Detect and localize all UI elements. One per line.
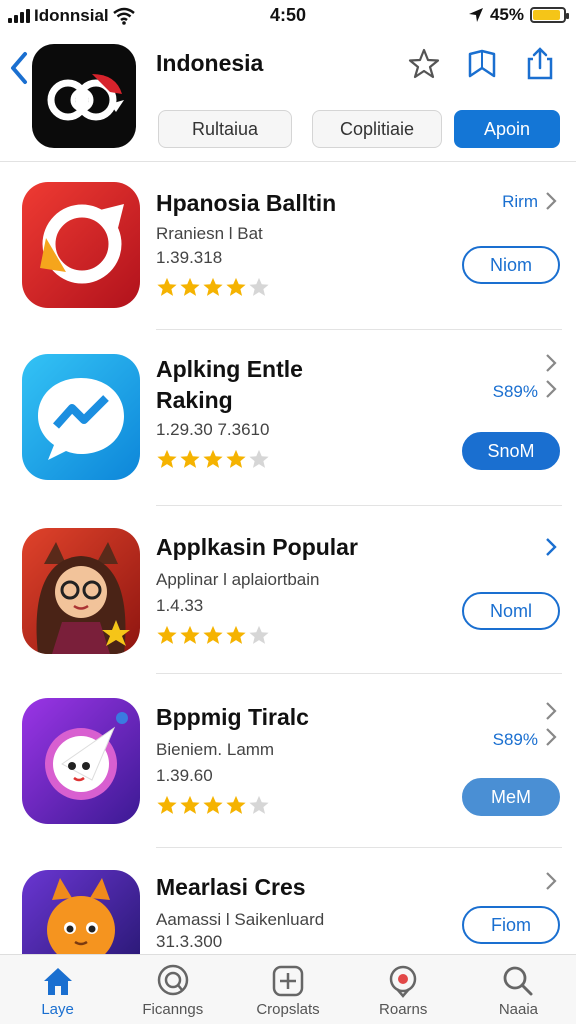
app-subtitle: Bieniem. Lamm <box>156 740 275 759</box>
app-subtitle: Applinar l aplaiortbain <box>156 570 320 589</box>
rating-stars <box>156 276 270 298</box>
star-icon[interactable] <box>406 46 442 82</box>
segment-rultaiua[interactable]: Rultaiua <box>158 110 292 148</box>
star-filled-icon <box>157 795 177 814</box>
tab-label: Naaia <box>498 1001 539 1018</box>
list-item[interactable]: Bppmig Tiralc Bieniem. Lamm 1.39.60 S89%… <box>0 674 576 848</box>
home-icon <box>43 968 72 995</box>
get-button[interactable]: Fiom <box>462 906 560 944</box>
tab-roarns[interactable]: Roarns <box>346 955 461 1024</box>
star-filled-icon <box>226 449 246 468</box>
app-name: Bppmig Tiralc <box>156 704 309 730</box>
girl-character-icon <box>22 528 140 654</box>
battery-icon <box>530 7 569 23</box>
chat-trend-icon <box>22 354 140 480</box>
logo-icon <box>47 74 124 121</box>
app-name-line-2: Raking <box>156 387 233 413</box>
app-name: Applkasin Popular <box>156 534 358 560</box>
share-icon[interactable] <box>522 46 558 82</box>
star-filled-icon <box>203 277 223 296</box>
app-number: 1.39.318 <box>156 248 223 267</box>
star-empty-icon <box>249 795 269 814</box>
segment-apoin[interactable]: Apoin <box>454 110 560 148</box>
location-pin-icon <box>389 965 417 998</box>
star-empty-icon <box>249 277 269 296</box>
bookmark-icon[interactable] <box>464 46 500 82</box>
list-item[interactable]: Aplking Entle Raking 1.29.30 7.3610 S89%… <box>0 330 576 506</box>
refresh-arrow-icon <box>22 182 140 308</box>
add-box-icon <box>272 965 304 997</box>
list-item[interactable]: Applkasin Popular Applinar l aplaiortbai… <box>0 506 576 674</box>
tab-label: Roarns <box>379 1001 428 1018</box>
featured-app-icon[interactable] <box>32 44 136 148</box>
tab-label: Ficanngs <box>142 1001 204 1018</box>
ghost-character-icon <box>22 698 140 824</box>
app-number: 1.29.30 7.3610 <box>156 420 270 439</box>
status-bar: Idonnsial 4:50 45% <box>0 0 576 32</box>
chevron-right-icon[interactable] <box>544 700 558 722</box>
star-filled-icon <box>203 625 223 644</box>
chevron-right-icon[interactable] <box>544 726 558 748</box>
app-name: Mearlasi Cres <box>156 874 306 900</box>
star-filled-icon <box>180 277 200 296</box>
tab-label: Laye <box>41 1001 74 1018</box>
chevron-right-icon[interactable] <box>544 870 558 892</box>
app-name: Hpanosia Balltin <box>156 190 337 216</box>
app-header: Indonesia Rultaiua Coplitiaie Apoin <box>0 32 576 162</box>
list-item[interactable]: Hpanosia Balltin Rraniesn l Bat 1.39.318… <box>0 162 576 330</box>
fox-character-icon <box>22 870 140 954</box>
list-item[interactable]: Mearlasi Cres Aamassi l Saikenluard 31.3… <box>0 848 576 954</box>
star-filled-icon <box>180 625 200 644</box>
star-filled-icon <box>157 625 177 644</box>
tab-cropslats[interactable]: Cropslats <box>230 955 345 1024</box>
get-button[interactable]: SnoM <box>462 432 560 470</box>
app-number: 1.39.60 <box>156 766 213 785</box>
chevron-right-icon[interactable] <box>544 378 558 400</box>
app-subtitle: Rraniesn l Bat <box>156 224 263 243</box>
tab-laye[interactable]: Laye <box>0 955 115 1024</box>
magnify-circle-icon <box>157 964 189 996</box>
star-filled-icon <box>157 449 177 468</box>
page-title: Indonesia <box>156 50 264 76</box>
star-filled-icon <box>203 795 223 814</box>
battery-percent: 45% <box>489 5 524 24</box>
tab-ficanngs[interactable]: Ficanngs <box>115 955 230 1024</box>
star-filled-icon <box>203 449 223 468</box>
segment-coplitiaie[interactable]: Coplitiaie <box>312 110 442 148</box>
star-filled-icon <box>180 795 200 814</box>
app-number: 31.3.300 <box>156 932 223 951</box>
star-filled-icon <box>226 277 246 296</box>
search-icon <box>504 966 533 996</box>
chevron-right-icon[interactable] <box>544 536 558 558</box>
app-meta: S89% <box>492 730 538 749</box>
rating-stars <box>156 624 270 646</box>
rating-stars <box>156 794 270 816</box>
star-filled-icon <box>180 449 200 468</box>
star-filled-icon <box>157 277 177 296</box>
tab-label: Cropslats <box>256 1001 320 1018</box>
star-empty-icon <box>249 449 269 468</box>
star-filled-icon <box>226 625 246 644</box>
star-empty-icon <box>249 625 269 644</box>
get-button[interactable]: Noml <box>462 592 560 630</box>
tab-bar: Laye Ficanngs Cropslats Roarns Naaia <box>0 954 576 1024</box>
get-button[interactable]: Niom <box>462 246 560 284</box>
app-number: 1.4.33 <box>156 596 204 615</box>
star-filled-icon <box>226 795 246 814</box>
app-subtitle: Aamassi l Saikenluard <box>156 910 325 929</box>
location-arrow-icon <box>468 8 483 22</box>
app-meta: Rirm <box>502 192 538 211</box>
chevron-right-icon[interactable] <box>544 352 558 374</box>
back-chevron-icon[interactable] <box>8 50 30 86</box>
rating-stars <box>156 448 270 470</box>
battery-fill <box>533 10 560 20</box>
app-name-line-1: Aplking Entle <box>156 356 303 382</box>
chevron-right-icon[interactable] <box>544 190 558 212</box>
app-meta: S89% <box>492 382 538 401</box>
get-button[interactable]: MeM <box>462 778 560 816</box>
tab-naaia[interactable]: Naaia <box>461 955 576 1024</box>
